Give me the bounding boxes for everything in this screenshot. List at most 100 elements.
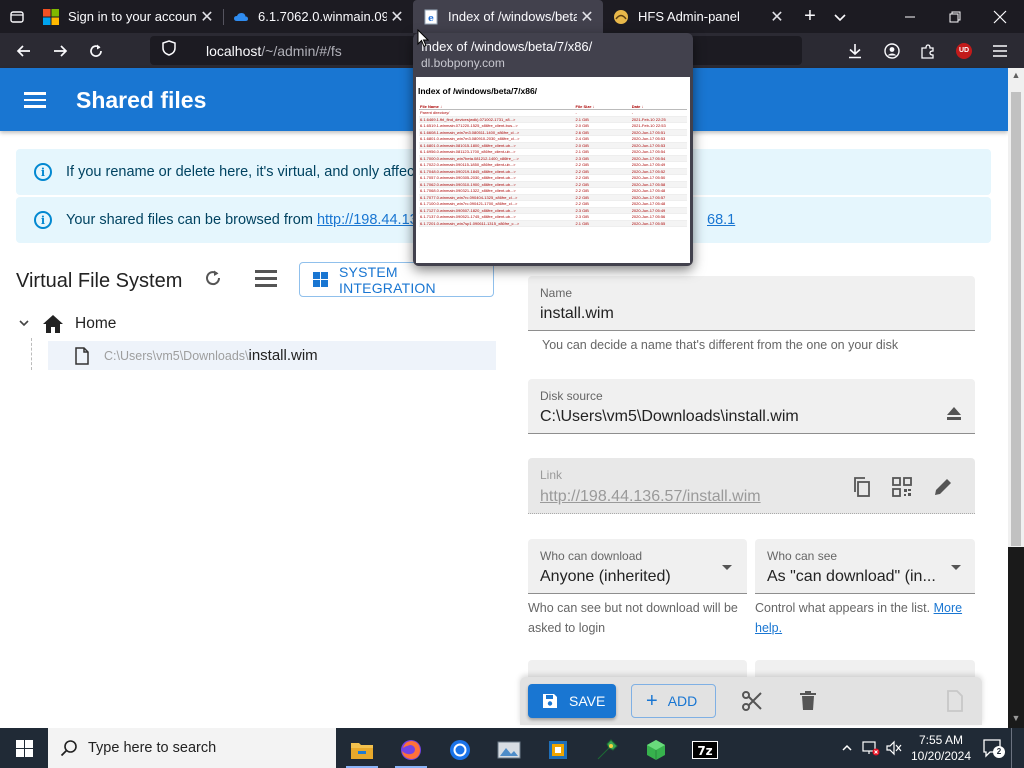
system-clock[interactable]: 7:55 AM 10/20/2024	[905, 732, 977, 764]
action-center-button[interactable]: 2	[980, 728, 1006, 768]
who-can-download-helper: Who can see but not download will be ask…	[528, 601, 738, 635]
forward-button[interactable]	[42, 33, 78, 68]
tab-overview-icon	[9, 10, 24, 23]
svg-text:7z: 7z	[697, 744, 712, 758]
restore-icon	[949, 11, 961, 22]
system-integration-button[interactable]: SYSTEM INTEGRATION	[299, 262, 494, 297]
chevron-up-icon	[842, 744, 852, 751]
cube-app-taskbar-button[interactable]	[634, 732, 678, 768]
who-can-see-label: Who can see	[767, 549, 838, 563]
save-button[interactable]: SAVE	[528, 684, 616, 718]
reload-button[interactable]	[78, 33, 114, 68]
paste-icon	[947, 690, 963, 712]
close-tab-icon[interactable]: ✕	[387, 7, 407, 27]
name-field[interactable]: Name install.wim	[528, 276, 975, 331]
puzzle-piece-icon	[921, 43, 934, 59]
chrome-logo-icon	[450, 740, 470, 760]
image-viewer-taskbar-button[interactable]	[487, 732, 531, 768]
hfs-logo-icon	[614, 9, 628, 24]
url-text: localhost/~/admin/#/fs	[206, 43, 342, 59]
tab-hfs-admin-panel[interactable]: HFS Admin-panel ✕	[603, 0, 793, 33]
link-field[interactable]: Link http://198.44.136.57/install.wim	[528, 458, 975, 514]
taskbar-search-box[interactable]: Type here to search	[48, 728, 336, 768]
close-tab-icon[interactable]: ✕	[577, 7, 597, 27]
list-line	[255, 277, 277, 280]
tree-item-install-wim[interactable]: C:\Users\vm5\Downloads\ install.wim	[48, 341, 496, 370]
file-explorer-taskbar-button[interactable]	[340, 732, 384, 768]
downloads-button[interactable]	[838, 33, 872, 68]
tool-taskbar-button[interactable]	[585, 732, 629, 768]
disk-source-field[interactable]: Disk source C:\Users\vm5\Downloads\insta…	[528, 379, 975, 434]
file-name: install.wim	[248, 347, 318, 364]
who-can-download-label: Who can download	[540, 549, 643, 563]
who-can-see-select[interactable]: Who can see As "can download" (in...	[755, 539, 975, 594]
virtualbox-taskbar-button[interactable]	[536, 732, 580, 768]
scissors-cut-icon[interactable]	[740, 689, 764, 713]
new-tab-button[interactable]: +	[797, 0, 823, 33]
who-can-see-value: As "can download" (in...	[767, 568, 936, 585]
search-placeholder: Type here to search	[88, 740, 217, 756]
close-tab-icon[interactable]: ✕	[767, 7, 787, 27]
system-integration-label: SYSTEM INTEGRATION	[339, 263, 436, 296]
who-can-download-select[interactable]: Who can download Anyone (inherited)	[528, 539, 747, 594]
close-tab-icon[interactable]: ✕	[197, 7, 217, 27]
minimize-window-button[interactable]	[890, 0, 930, 33]
list-view-icon[interactable]	[255, 270, 277, 290]
tree-item-home[interactable]: Home	[16, 312, 116, 336]
close-icon	[993, 10, 1007, 23]
close-window-button[interactable]	[980, 0, 1020, 33]
ie-page-icon: e	[424, 9, 438, 24]
scroll-up-arrow-icon[interactable]: ▲	[1008, 70, 1024, 80]
qr-code-icon[interactable]	[891, 476, 913, 498]
trash-delete-icon[interactable]	[796, 689, 820, 713]
drawer-menu-button[interactable]	[24, 88, 46, 110]
home-icon	[43, 315, 63, 333]
url-path: /~/admin/#/fs	[261, 42, 342, 59]
list-all-tabs-button[interactable]	[826, 0, 854, 33]
clock-time: 7:55 AM	[918, 733, 964, 747]
back-button[interactable]	[6, 33, 42, 68]
page-scrollbar[interactable]: ▲ ▼	[1008, 68, 1024, 728]
preview-file-table: File Name ↓ File Size ↓ Date ↓ Parent di…	[419, 104, 687, 227]
dropdown-arrow-icon[interactable]	[722, 565, 732, 570]
chevron-down-icon[interactable]	[18, 317, 32, 332]
add-button[interactable]: + ADD	[631, 684, 716, 718]
notification-count-badge: 2	[993, 746, 1005, 758]
copy-icon[interactable]	[851, 476, 873, 498]
firefox-taskbar-button[interactable]	[389, 732, 433, 768]
ublock-extension-button[interactable]: UD	[947, 33, 981, 68]
chrome-taskbar-button[interactable]	[438, 732, 482, 768]
menu-bar	[24, 105, 46, 108]
tab-list-button[interactable]	[0, 0, 33, 33]
tab-sign-in[interactable]: Sign in to your account ✕	[33, 0, 223, 33]
start-button[interactable]	[0, 728, 48, 768]
refresh-icon[interactable]	[202, 268, 224, 290]
chevron-down-icon	[834, 13, 846, 21]
pencil-edit-icon[interactable]	[932, 476, 954, 498]
show-hidden-icons-button[interactable]	[836, 728, 858, 768]
dropdown-arrow-icon[interactable]	[951, 565, 961, 570]
tab-preview-tooltip: Index of /windows/beta/7/x86/ dl.bobpony…	[413, 33, 693, 266]
tab-title: 6.1.7062.0.winmain.09031	[258, 9, 387, 24]
network-status-icon[interactable]	[860, 728, 882, 768]
restore-window-button[interactable]	[935, 0, 975, 33]
show-desktop-button[interactable]	[1011, 728, 1024, 768]
add-label: ADD	[667, 693, 698, 709]
tab-index-of-windows-beta[interactable]: e Index of /windows/beta/7/ ✕	[413, 0, 603, 33]
tracking-protection-shield-icon[interactable]	[154, 40, 184, 61]
app-menu-button[interactable]	[983, 33, 1017, 68]
volume-muted-icon[interactable]	[884, 728, 904, 768]
7zip-taskbar-button[interactable]: 7z	[683, 732, 727, 768]
windows-start-icon	[15, 739, 33, 757]
tab-onedrive[interactable]: 6.1.7062.0.winmain.09031 ✕	[223, 0, 413, 33]
list-line	[255, 270, 277, 273]
extensions-button[interactable]	[911, 33, 945, 68]
link-field-value[interactable]: http://198.44.136.57/install.wim	[540, 488, 761, 506]
shared-files-url-link-tail[interactable]: 68.1	[707, 212, 735, 228]
scroll-down-arrow-icon[interactable]: ▼	[1008, 713, 1024, 723]
shared-files-url-link[interactable]: http://198.44.136	[317, 212, 426, 228]
scrollbar-thumb[interactable]	[1011, 92, 1021, 546]
eject-icon[interactable]	[947, 407, 961, 421]
account-button[interactable]	[875, 33, 909, 68]
alert-text: Your shared files can be browsed from	[66, 212, 313, 228]
